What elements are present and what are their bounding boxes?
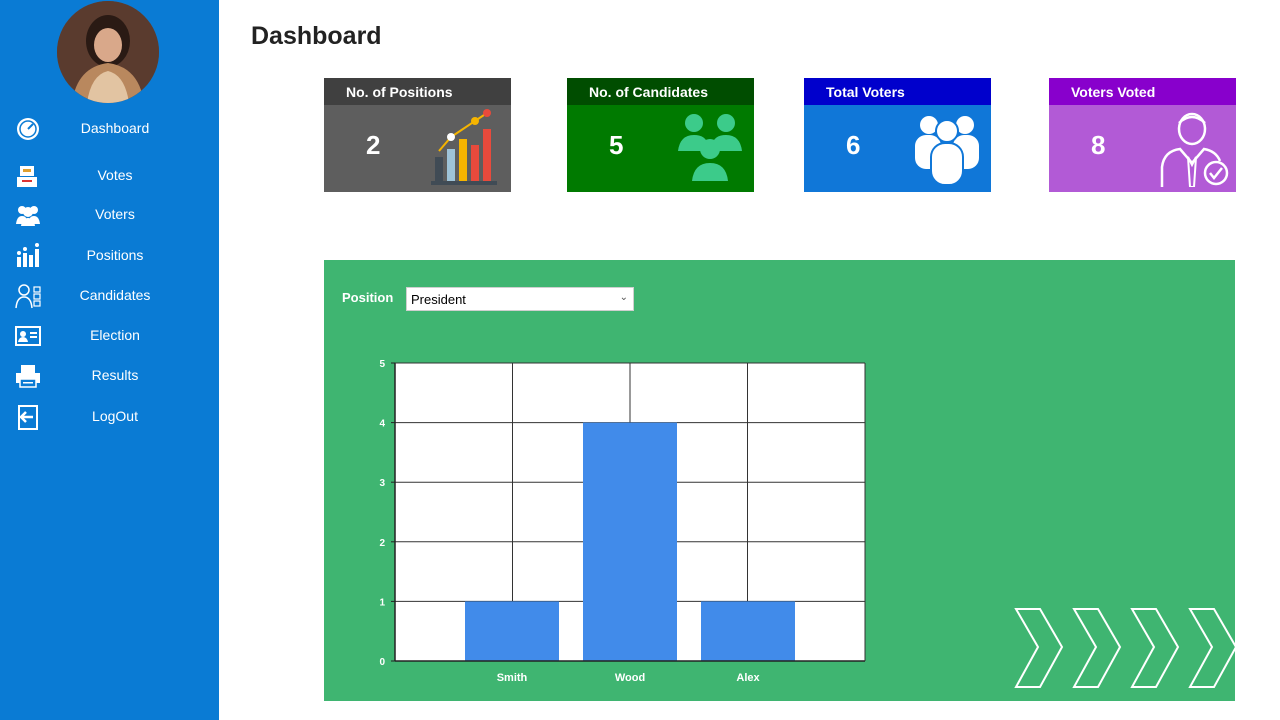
card-value: 2 — [366, 130, 381, 160]
y-tick-label: 4 — [379, 419, 385, 430]
candidates-icon — [15, 284, 41, 309]
sidebar: Dashboard Votes Voters Positions Candida… — [0, 0, 219, 720]
dashboard-gauge-icon — [17, 118, 39, 140]
chevron-decoration-icon — [1014, 608, 1238, 688]
candidates-card: No. of Candidates 5 — [567, 78, 754, 192]
positions-chart-icon — [17, 243, 39, 267]
sidebar-item-label: LogOut — [92, 408, 138, 424]
card-body: 5 — [567, 105, 754, 192]
card-value: 6 — [846, 130, 861, 160]
sidebar-item-label: Candidates — [79, 287, 151, 303]
sidebar-item-label: Results — [91, 367, 139, 383]
results-panel: Position President ⌄ 0 1 2 3 4 5 Smith Wood Alex — [324, 260, 1238, 701]
voters-group-icon — [16, 206, 40, 226]
votes-icon — [17, 166, 37, 187]
card-body: 2 — [324, 105, 511, 192]
card-label: Voters Voted — [1071, 84, 1156, 100]
results-printer-icon — [16, 365, 40, 388]
election-card-icon — [15, 326, 41, 346]
sidebar-item-votes[interactable]: Votes — [0, 159, 219, 193]
bar-wood — [583, 422, 677, 661]
card-header: No. of Candidates — [567, 78, 754, 105]
x-tick-label: Smith — [497, 672, 528, 684]
card-body: 8 — [1049, 105, 1236, 192]
page-title: Dashboard — [251, 22, 382, 50]
total-voters-card: Total Voters 6 — [804, 78, 991, 192]
card-label: Total Voters — [826, 84, 905, 100]
sidebar-item-label: Voters — [95, 206, 135, 222]
sidebar-item-label: Positions — [86, 247, 144, 263]
sidebar-item-candidates[interactable]: Candidates — [0, 279, 219, 313]
x-tick-label: Wood — [615, 672, 645, 684]
sidebar-item-label: Dashboard — [80, 120, 150, 136]
bar-alex — [701, 601, 795, 661]
x-tick-label: Alex — [736, 672, 760, 684]
y-tick-label: 1 — [379, 597, 385, 608]
sidebar-item-logout[interactable]: LogOut — [0, 400, 219, 434]
sidebar-item-label: Election — [90, 327, 140, 343]
logout-icon — [18, 405, 38, 430]
y-tick-label: 3 — [379, 478, 385, 489]
sidebar-item-label: Votes — [97, 167, 133, 183]
voters-voted-card: Voters Voted 8 — [1049, 78, 1236, 192]
user-avatar — [57, 1, 159, 103]
sidebar-item-voters[interactable]: Voters — [0, 198, 219, 232]
y-tick-label: 5 — [379, 359, 385, 370]
card-label: No. of Positions — [346, 84, 453, 100]
y-tick-label: 0 — [379, 657, 385, 668]
bar-smith — [465, 601, 559, 661]
sidebar-item-dashboard[interactable]: Dashboard — [0, 112, 219, 146]
card-value: 8 — [1091, 130, 1106, 160]
card-body: 6 — [804, 105, 991, 192]
people-group-icon — [915, 116, 979, 186]
y-tick-label: 2 — [379, 538, 385, 549]
positions-card: No. of Positions 2 — [324, 78, 511, 192]
bar-chart-icon — [431, 109, 497, 185]
candidates-group-icon — [678, 114, 742, 181]
card-header: No. of Positions — [324, 78, 511, 105]
voter-check-icon — [1160, 112, 1229, 187]
sidebar-item-results[interactable]: Results — [0, 359, 219, 393]
sidebar-item-election[interactable]: Election — [0, 319, 219, 353]
sidebar-item-positions[interactable]: Positions — [0, 239, 219, 273]
card-header: Voters Voted — [1049, 78, 1236, 105]
card-header: Total Voters — [804, 78, 991, 105]
card-label: No. of Candidates — [589, 84, 709, 100]
card-value: 5 — [609, 130, 624, 160]
